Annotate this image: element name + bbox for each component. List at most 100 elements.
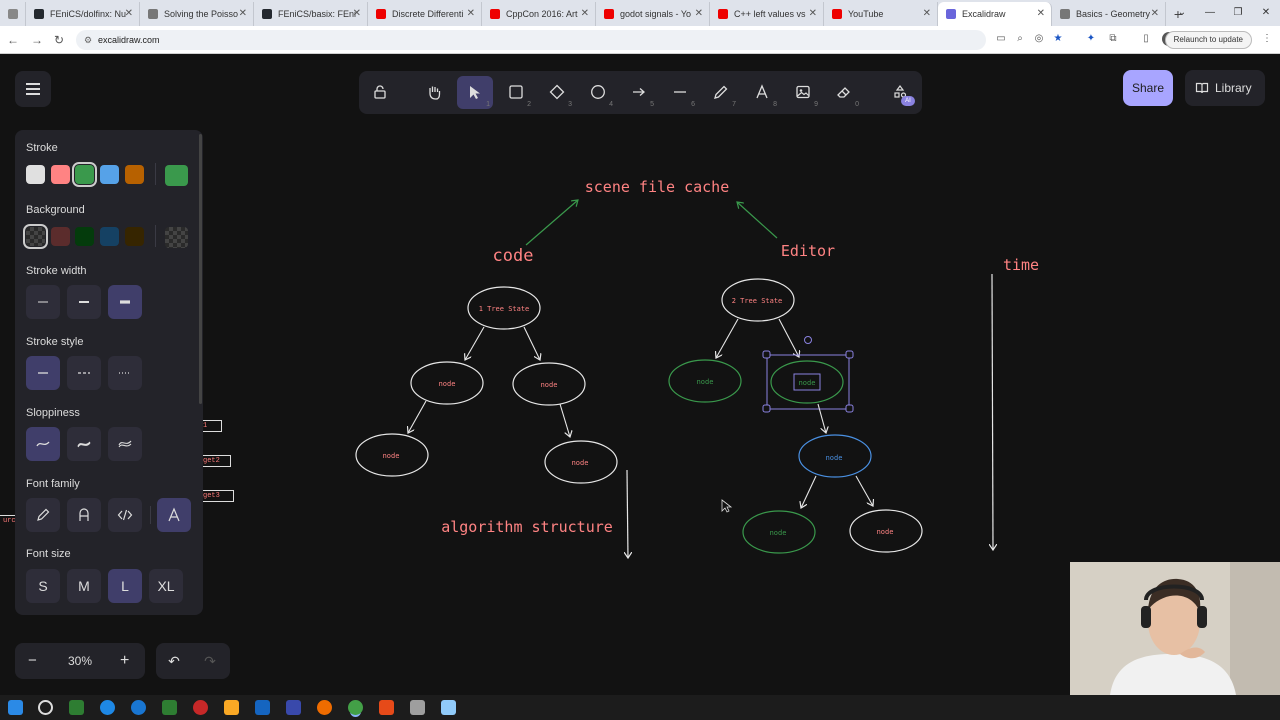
tree-node-label[interactable]: node [826, 454, 843, 462]
stroke-color-red[interactable] [51, 165, 70, 184]
app-icon[interactable] [69, 700, 84, 715]
undo-icon[interactable]: ↶ [156, 643, 192, 679]
offscreen-text-box[interactable]: urc [0, 515, 16, 527]
tool-ellipse[interactable]: 4 [580, 76, 616, 109]
tool-line[interactable]: 6 [662, 76, 698, 109]
reload-icon[interactable]: ↻ [50, 31, 68, 49]
background-color-blue[interactable] [100, 227, 119, 246]
tool-more-tools[interactable]: AI [882, 76, 918, 109]
close-tab-icon[interactable]: ✕ [695, 2, 703, 26]
offscreen-text-box[interactable]: 1 [200, 420, 222, 432]
font-size-xl[interactable]: XL [149, 569, 183, 603]
stroke-color-blue[interactable] [100, 165, 119, 184]
canvas-text-algorithm-structure[interactable]: algorithm structure [441, 518, 613, 536]
app-icon[interactable] [193, 700, 208, 715]
zoom-in-button[interactable]: + [120, 643, 129, 679]
canvas-text-code[interactable]: code [493, 246, 534, 266]
close-window-icon[interactable]: ✕ [1252, 0, 1280, 26]
tree-edge[interactable] [817, 403, 826, 433]
app-icon[interactable] [100, 700, 115, 715]
library-button[interactable]: Library [1185, 70, 1265, 106]
tree-node-label[interactable]: node [697, 378, 714, 386]
tree-edge[interactable] [855, 475, 873, 506]
stroke-color-orange[interactable] [125, 165, 144, 184]
arrow-time[interactable] [992, 273, 993, 550]
arrow-code-to-cache[interactable] [525, 200, 578, 246]
search-icon[interactable] [38, 700, 53, 715]
close-tab-icon[interactable]: ✕ [1037, 2, 1045, 26]
sidebar-icon[interactable]: ▯ [1139, 32, 1153, 46]
sloppiness-artist[interactable] [67, 427, 101, 461]
close-tab-icon[interactable]: ✕ [239, 2, 247, 26]
stroke-color-green[interactable] [72, 162, 97, 187]
resize-handle[interactable] [845, 350, 854, 359]
main-menu-button[interactable] [15, 71, 51, 107]
tool-diamond[interactable]: 3 [539, 76, 575, 109]
brave-icon[interactable] [379, 700, 394, 715]
background-color-brown[interactable] [125, 227, 144, 246]
screenshot-icon[interactable]: ◎ [1032, 32, 1046, 46]
tree-edge[interactable] [408, 400, 427, 433]
arrow-editor-to-cache[interactable] [737, 202, 778, 239]
browser-tab[interactable]: Basics - Geometry ✕ [1052, 2, 1166, 26]
zoom-level[interactable]: 30% [68, 643, 92, 679]
tool-hand[interactable] [416, 76, 452, 109]
resize-handle[interactable] [762, 404, 771, 413]
browser-tab[interactable]: Discrete Differenti ✕ [368, 2, 482, 26]
canvas-text-time[interactable]: time [1003, 256, 1039, 274]
tool-selection[interactable]: 1 [457, 76, 493, 109]
tree-node-label[interactable]: node [439, 380, 456, 388]
arrow-algorithm[interactable] [627, 469, 628, 558]
firefox-icon[interactable] [317, 700, 332, 715]
forward-icon[interactable]: → [28, 31, 46, 49]
background-color-green[interactable] [75, 227, 94, 246]
tree-node-label[interactable]: node [877, 528, 894, 536]
close-tab-icon[interactable]: ✕ [125, 2, 133, 26]
resize-handle[interactable] [845, 404, 854, 413]
start-icon[interactable] [8, 700, 23, 715]
close-tab-icon[interactable]: ✕ [467, 2, 475, 26]
browser-tab[interactable]: godot signals - Yo ✕ [596, 2, 710, 26]
share-button[interactable]: Share [1123, 70, 1173, 106]
extension-icon[interactable]: ✦ [1084, 32, 1098, 46]
sloppiness-cartoonist[interactable] [108, 427, 142, 461]
browser-tab[interactable]: Solving the Poisso ✕ [140, 2, 254, 26]
resize-handle[interactable] [762, 350, 771, 359]
tree-node-label[interactable]: node [572, 459, 589, 467]
tree-edge[interactable] [778, 318, 799, 357]
browser-tab[interactable]: FEniCS/dolfinx: Nu ✕ [26, 2, 140, 26]
panel-scrollbar[interactable] [199, 134, 202, 404]
font-size-m[interactable]: M [67, 569, 101, 603]
site-info-icon[interactable]: ⚙ [84, 30, 92, 50]
app-icon[interactable] [441, 700, 456, 715]
bookmark-star-icon[interactable]: ★ [1051, 32, 1065, 46]
tool-image[interactable]: 9 [785, 76, 821, 109]
font-family-hand-drawn[interactable] [26, 498, 60, 532]
right-tree-root-label[interactable]: 2 Tree State [732, 297, 783, 305]
maximize-icon[interactable]: ❐ [1224, 0, 1252, 26]
tool-rectangle[interactable]: 2 [498, 76, 534, 109]
close-tab-icon[interactable]: ✕ [809, 2, 817, 26]
tree-node-label[interactable]: node [541, 381, 558, 389]
offscreen-text-box[interactable]: get2 [200, 455, 231, 467]
stroke-width-bold[interactable] [67, 285, 101, 319]
tree-edge[interactable] [523, 326, 540, 360]
tree-edge[interactable] [559, 403, 570, 437]
font-family-code[interactable] [108, 498, 142, 532]
close-tab-icon[interactable]: ✕ [1151, 2, 1159, 26]
app-icon[interactable] [162, 700, 177, 715]
stroke-color-current[interactable] [165, 165, 188, 186]
chrome-icon[interactable] [348, 700, 363, 715]
zoom-out-button[interactable]: − [28, 643, 37, 679]
app-icon[interactable] [286, 700, 301, 715]
stroke-width-thin[interactable] [26, 285, 60, 319]
tree-edge[interactable] [465, 326, 485, 360]
close-tab-icon[interactable]: ✕ [923, 2, 931, 26]
browser-tab[interactable]: YouTube ✕ [824, 2, 938, 26]
background-color-transparent[interactable] [23, 224, 48, 249]
close-tab-icon[interactable]: ✕ [581, 2, 589, 26]
rotate-handle[interactable] [804, 336, 812, 344]
extensions-puzzle-icon[interactable]: ⧉ [1106, 32, 1120, 46]
vscode-icon[interactable] [255, 700, 270, 715]
canvas-text-scene-file-cache[interactable]: scene file cache [585, 178, 730, 196]
